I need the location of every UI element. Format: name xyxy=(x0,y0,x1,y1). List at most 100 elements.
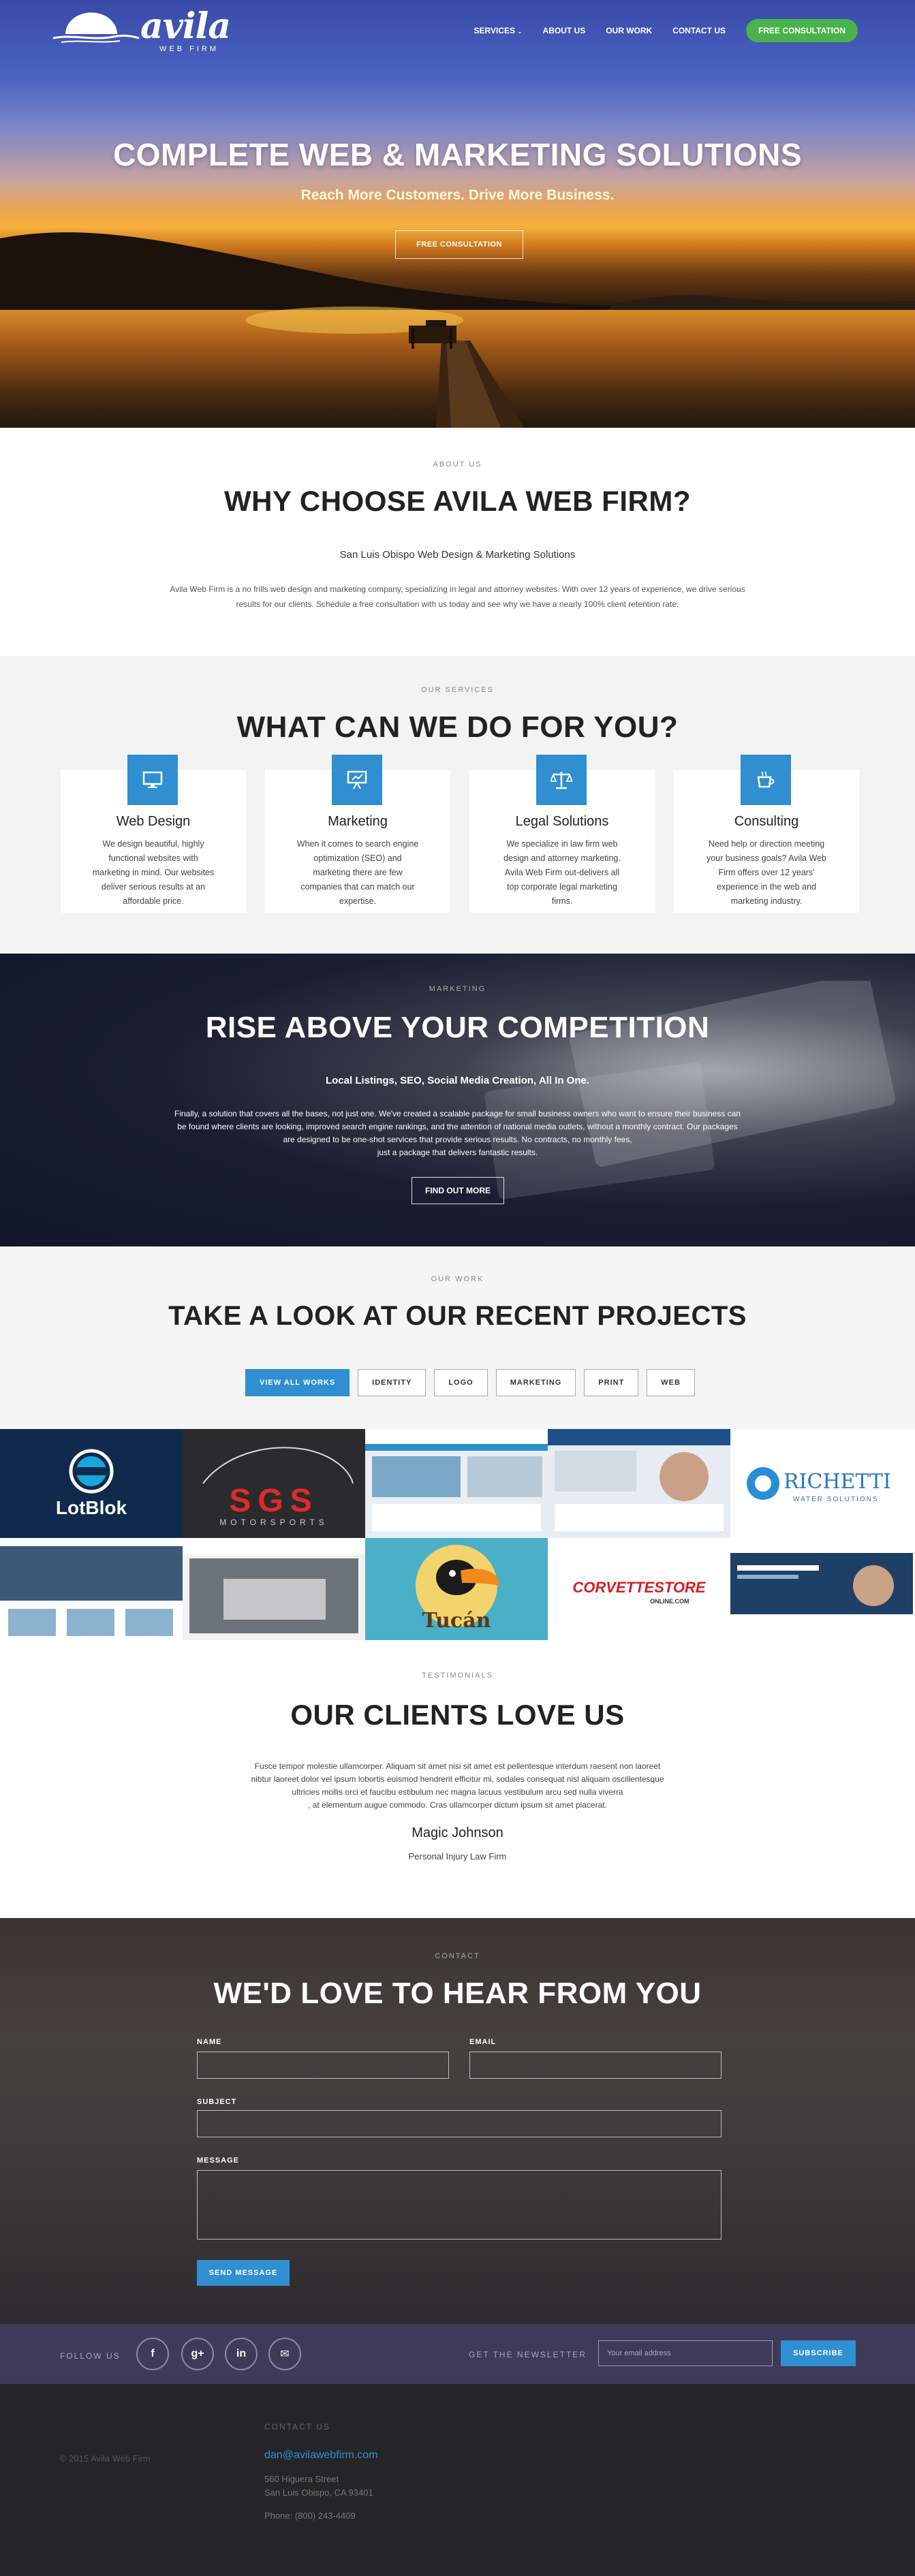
filter-identity[interactable]: IDENTITY xyxy=(358,1369,427,1396)
follow-us-label: FOLLOW US xyxy=(60,2351,121,2361)
marketing-subtitle: Local Listings, SEO, Social Media Creati… xyxy=(325,1075,590,1086)
service-card-consulting[interactable]: Consulting Need help or direction meetin… xyxy=(674,755,859,913)
hero: avila WEB FIRM SERVICES ⌄ ABOUT US OUR WO… xyxy=(0,0,915,428)
about-title: WHY CHOOSE AVILA WEB FIRM? xyxy=(224,485,691,517)
logo[interactable]: avila WEB FIRM xyxy=(52,5,231,53)
coffee-icon xyxy=(741,755,791,805)
lotblok-logo-text: LotBlok xyxy=(55,1497,127,1518)
logo-subtitle: WEB FIRM xyxy=(159,45,219,53)
quote-line-4: , at elementum augue commodo. Cras ullam… xyxy=(308,1800,607,1810)
mail-icon[interactable]: ✉ xyxy=(268,2338,301,2370)
main-menu: SERVICES ⌄ ABOUT US OUR WORK CONTACT US F… xyxy=(454,19,858,42)
top-navigation: avila WEB FIRM SERVICES ⌄ ABOUT US OUR WO… xyxy=(0,0,915,60)
portfolio-tile-website-1[interactable] xyxy=(365,1429,548,1538)
facebook-icon[interactable]: f xyxy=(136,2338,169,2370)
footer-city: San Luis Obispo, CA 93401 xyxy=(264,2487,373,2498)
portfolio-grid: LotBlok SGS MOTORSPORTS RICHETTI WATER S… xyxy=(0,1429,915,1647)
logo-sun-icon xyxy=(52,12,140,43)
message-label: MESSAGE xyxy=(197,2156,240,2165)
nav-services-label: SERVICES xyxy=(474,26,515,35)
service-text: Need help or direction meeting your busi… xyxy=(706,839,827,906)
marketing-line-4: just a package that delivers fantastic r… xyxy=(377,1148,538,1157)
portfolio-tile-website-3[interactable] xyxy=(0,1538,183,1647)
logo-wordmark: avila xyxy=(140,5,231,47)
footer-contact-label: CONTACT US xyxy=(264,2422,330,2432)
services-section: OUR SERVICES WHAT CAN WE DO FOR YOU? Web… xyxy=(0,656,915,954)
richetti-logo-text: RICHETTI xyxy=(784,1470,891,1494)
testimonials-section: TESTIMONIALS OUR CLIENTS LOVE US Fusce t… xyxy=(0,1640,915,1918)
copyright: © 2015 Avila Web Firm xyxy=(60,2453,151,2464)
marketing-kicker: MARKETING xyxy=(429,985,486,993)
portfolio-tile-sgs-motorsports[interactable]: SGS MOTORSPORTS xyxy=(183,1429,365,1538)
follow-bar: FOLLOW US f g+ in ✉ GET THE NEWSLETTER Y… xyxy=(0,2324,915,2384)
footer-email-link[interactable]: dan@avilawebfirm.com xyxy=(264,2449,378,2462)
footer: © 2015 Avila Web Firm CONTACT US dan@avi… xyxy=(0,2384,915,2576)
portfolio-tile-tucan[interactable]: Tucán xyxy=(365,1538,548,1647)
service-text: We design beautiful, highly functional w… xyxy=(92,839,215,906)
testimonial-name: Magic Johnson xyxy=(412,1825,503,1840)
testimonials-title: OUR CLIENTS LOVE US xyxy=(290,1699,625,1731)
service-card-marketing[interactable]: Marketing When it comes to search engine… xyxy=(265,755,450,913)
filter-view-all-works[interactable]: VIEW ALL WORKS xyxy=(245,1369,350,1396)
quote-line-3: ultricies mollis orci et faucibu estibul… xyxy=(292,1787,623,1797)
dock-illustration xyxy=(245,307,525,428)
service-text: We specialize in law firm web design and… xyxy=(503,839,621,906)
monitor-icon xyxy=(127,755,178,805)
linkedin-icon[interactable]: in xyxy=(225,2338,258,2370)
service-text: When it comes to search engine optimizat… xyxy=(296,839,419,906)
free-consultation-hero-button[interactable]: FREE CONSULTATION xyxy=(395,230,523,259)
name-label: NAME xyxy=(197,2038,222,2046)
filter-print[interactable]: PRINT xyxy=(584,1369,639,1396)
corvette-logo-text: CORVETTESTORE xyxy=(572,1579,706,1596)
message-textarea[interactable] xyxy=(197,2170,722,2240)
hero-subtitle: Reach More Customers. Drive More Busines… xyxy=(300,187,615,203)
portfolio-tile-corvettestore[interactable]: CORVETTESTORE ONLINE.COM xyxy=(548,1538,730,1647)
nav-services[interactable]: SERVICES ⌄ xyxy=(474,26,523,35)
filter-marketing[interactable]: MARKETING xyxy=(495,1369,576,1396)
about-body-line-2: results for our clients. Schedule a free… xyxy=(236,599,679,609)
service-card-legal-solutions[interactable]: Legal Solutions We specialize in law fir… xyxy=(469,755,655,913)
find-out-more-button[interactable]: FIND OUT MORE xyxy=(412,1177,504,1204)
email-label: EMAIL xyxy=(469,2038,497,2046)
sgs-sub-text: MOTORSPORTS xyxy=(219,1518,328,1527)
about-body-line-1: Avila Web Firm is a no frills web design… xyxy=(170,584,745,594)
google-plus-icon[interactable]: g+ xyxy=(181,2338,214,2370)
marketing-title: RISE ABOVE YOUR COMPETITION xyxy=(205,1011,710,1044)
subject-input[interactable] xyxy=(197,2110,722,2137)
nav-about-us[interactable]: ABOUT US xyxy=(543,26,586,35)
nav-our-work[interactable]: OUR WORK xyxy=(606,26,652,35)
work-kicker: OUR WORK xyxy=(431,1275,484,1283)
filter-logo[interactable]: LOGO xyxy=(434,1369,488,1396)
tucan-logo-text: Tucán xyxy=(422,1609,491,1633)
filter-web[interactable]: WEB xyxy=(647,1369,695,1396)
portfolio-tile-lotblok[interactable]: LotBlok xyxy=(0,1429,183,1538)
subject-label: SUBJECT xyxy=(197,2098,237,2106)
nav-contact-us[interactable]: CONTACT US xyxy=(672,26,726,35)
portfolio-tile-website-4[interactable] xyxy=(183,1538,365,1647)
portfolio-tile-website-2[interactable] xyxy=(548,1429,730,1538)
subscribe-button[interactable]: SUBSCRIBE xyxy=(781,2340,856,2366)
service-card-web-design[interactable]: Web Design We design beautiful, highly f… xyxy=(61,755,246,913)
scales-icon xyxy=(536,755,587,805)
service-title: Web Design xyxy=(116,814,191,829)
portfolio-tile-website-5[interactable] xyxy=(730,1538,913,1647)
testimonial-role: Personal Injury Law Firm xyxy=(408,1851,507,1862)
services-title: WHAT CAN WE DO FOR YOU? xyxy=(236,710,679,744)
work-title: TAKE A LOOK AT OUR RECENT PROJECTS xyxy=(168,1301,747,1331)
quote-line-1: Fusce tempor molestie ullamcorper. Aliqu… xyxy=(254,1761,661,1771)
footer-street: 560 Higuera Street xyxy=(264,2474,339,2484)
service-title: Consulting xyxy=(734,814,799,829)
footer-phone: Phone: (800) 243-4409 xyxy=(264,2511,356,2521)
about-kicker: ABOUT US xyxy=(433,460,482,469)
testimonials-kicker: TESTIMONIALS xyxy=(422,1671,493,1680)
newsletter-email-input[interactable]: Your email address xyxy=(598,2340,773,2366)
corvette-sub-text: ONLINE.COM xyxy=(650,1598,689,1605)
portfolio-tile-richetti[interactable]: RICHETTI WATER SOLUTIONS xyxy=(730,1429,913,1538)
send-message-button[interactable]: SEND MESSAGE xyxy=(197,2260,290,2286)
email-input[interactable] xyxy=(469,2052,722,2079)
quote-line-2: nibtur laoreet dolor vel ipsum lobortis … xyxy=(251,1774,664,1784)
work-section: OUR WORK TAKE A LOOK AT OUR RECENT PROJE… xyxy=(0,1246,915,1429)
free-consultation-nav-button[interactable]: FREE CONSULTATION xyxy=(746,19,858,42)
marketing-line-1: Finally, a solution that covers all the … xyxy=(174,1109,741,1118)
name-input[interactable] xyxy=(197,2052,449,2079)
